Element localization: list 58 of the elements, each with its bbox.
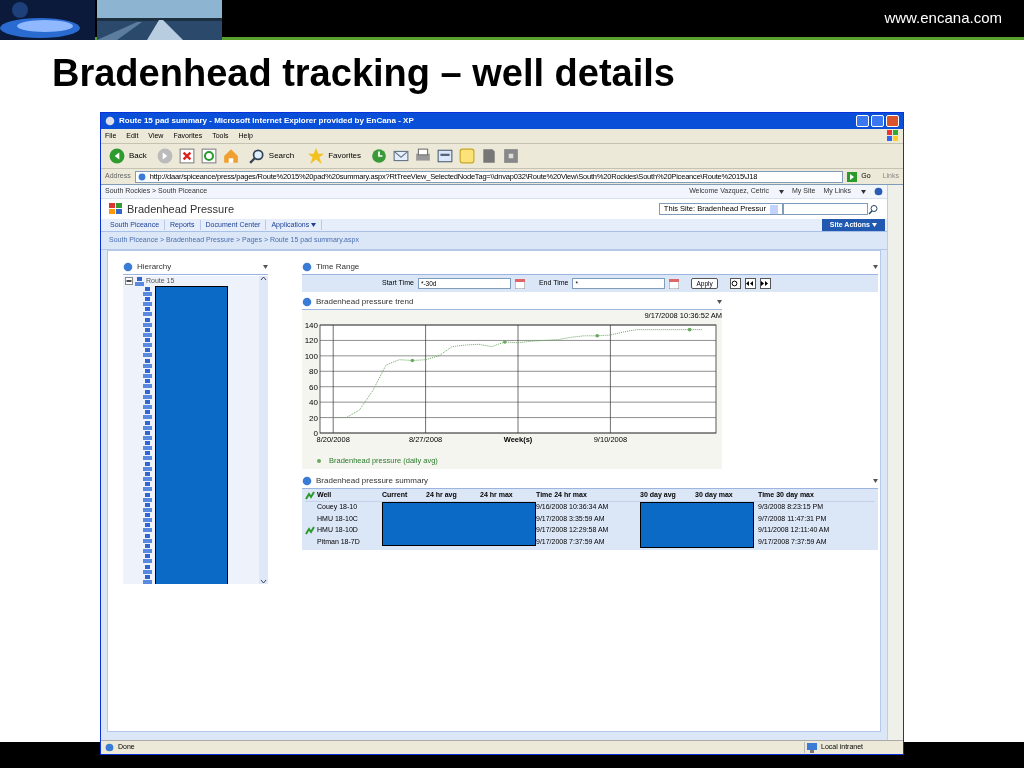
search-icon: [248, 148, 265, 164]
caret-icon[interactable]: [311, 223, 317, 227]
star-icon: [308, 148, 325, 164]
section-title: Time Range: [316, 261, 360, 273]
box-icon[interactable]: [503, 148, 520, 164]
history-icon[interactable]: [371, 148, 388, 164]
caret-icon[interactable]: [861, 189, 866, 194]
toolbar-button[interactable]: Search: [244, 148, 299, 164]
minimize-button[interactable]: [856, 115, 869, 127]
maximize-button[interactable]: [871, 115, 884, 127]
stop-icon[interactable]: [178, 148, 195, 164]
window-title: Route 15 pad summary - Microsoft Internet Explorer provided by EnCana - XP: [119, 115, 414, 127]
back-icon: [109, 148, 125, 164]
y-tick-label: 100: [304, 352, 318, 362]
windows-logo-icon: [887, 130, 899, 142]
search-field[interactable]: [783, 203, 868, 215]
section-title: Hierarchy: [137, 261, 172, 273]
trend-icon: [305, 491, 315, 500]
dropdown-icon[interactable]: [873, 265, 878, 269]
slide-title: Bradenhead tracking – well details: [52, 51, 676, 96]
book-icon[interactable]: [481, 148, 498, 164]
refresh-icon[interactable]: [200, 148, 217, 164]
legend-marker: [317, 458, 321, 463]
y-tick-label: 40: [309, 398, 318, 408]
edit-icon[interactable]: [437, 148, 454, 164]
dropdown-icon[interactable]: [263, 265, 268, 269]
caret-icon[interactable]: [779, 189, 785, 194]
scrollbar[interactable]: [887, 185, 903, 740]
section-title: Bradenhead pressure trend: [316, 296, 414, 308]
scrollbar[interactable]: [259, 276, 268, 584]
calendar-icon[interactable]: [669, 278, 680, 289]
scroll-down-icon[interactable]: [260, 579, 267, 584]
toolbar-button[interactable]: Favorites: [304, 148, 366, 164]
dropdown-icon[interactable]: [873, 478, 878, 483]
tree-toggle-icon[interactable]: [125, 277, 133, 285]
scroll-up-icon[interactable]: [260, 276, 267, 281]
y-tick-label: 20: [309, 413, 318, 423]
forward-button[interactable]: [759, 278, 771, 289]
dropdown-icon[interactable]: [717, 300, 722, 304]
y-tick-label: 60: [309, 382, 318, 392]
y-tick-label: 0: [313, 429, 318, 439]
toolbar-button[interactable]: Back: [105, 148, 151, 164]
search-icon[interactable]: [868, 203, 879, 215]
y-tick-label: 140: [304, 321, 318, 331]
close-button[interactable]: [886, 115, 899, 127]
refresh-button[interactable]: [729, 278, 741, 289]
section-title: Bradenhead pressure summary: [316, 474, 429, 487]
calendar-icon[interactable]: [514, 278, 525, 289]
site-logo-icon: [109, 203, 123, 215]
y-tick-label: 120: [304, 336, 318, 346]
caret-icon[interactable]: [872, 223, 877, 227]
website-url: www.encana.com: [884, 8, 1002, 29]
site-title: Bradenhead Pressure: [127, 201, 234, 217]
y-tick-label: 80: [309, 367, 318, 377]
mail-icon[interactable]: [393, 148, 410, 164]
rewind-button[interactable]: [744, 278, 756, 289]
printer-icon[interactable]: [415, 148, 432, 164]
help-icon: [874, 187, 883, 196]
